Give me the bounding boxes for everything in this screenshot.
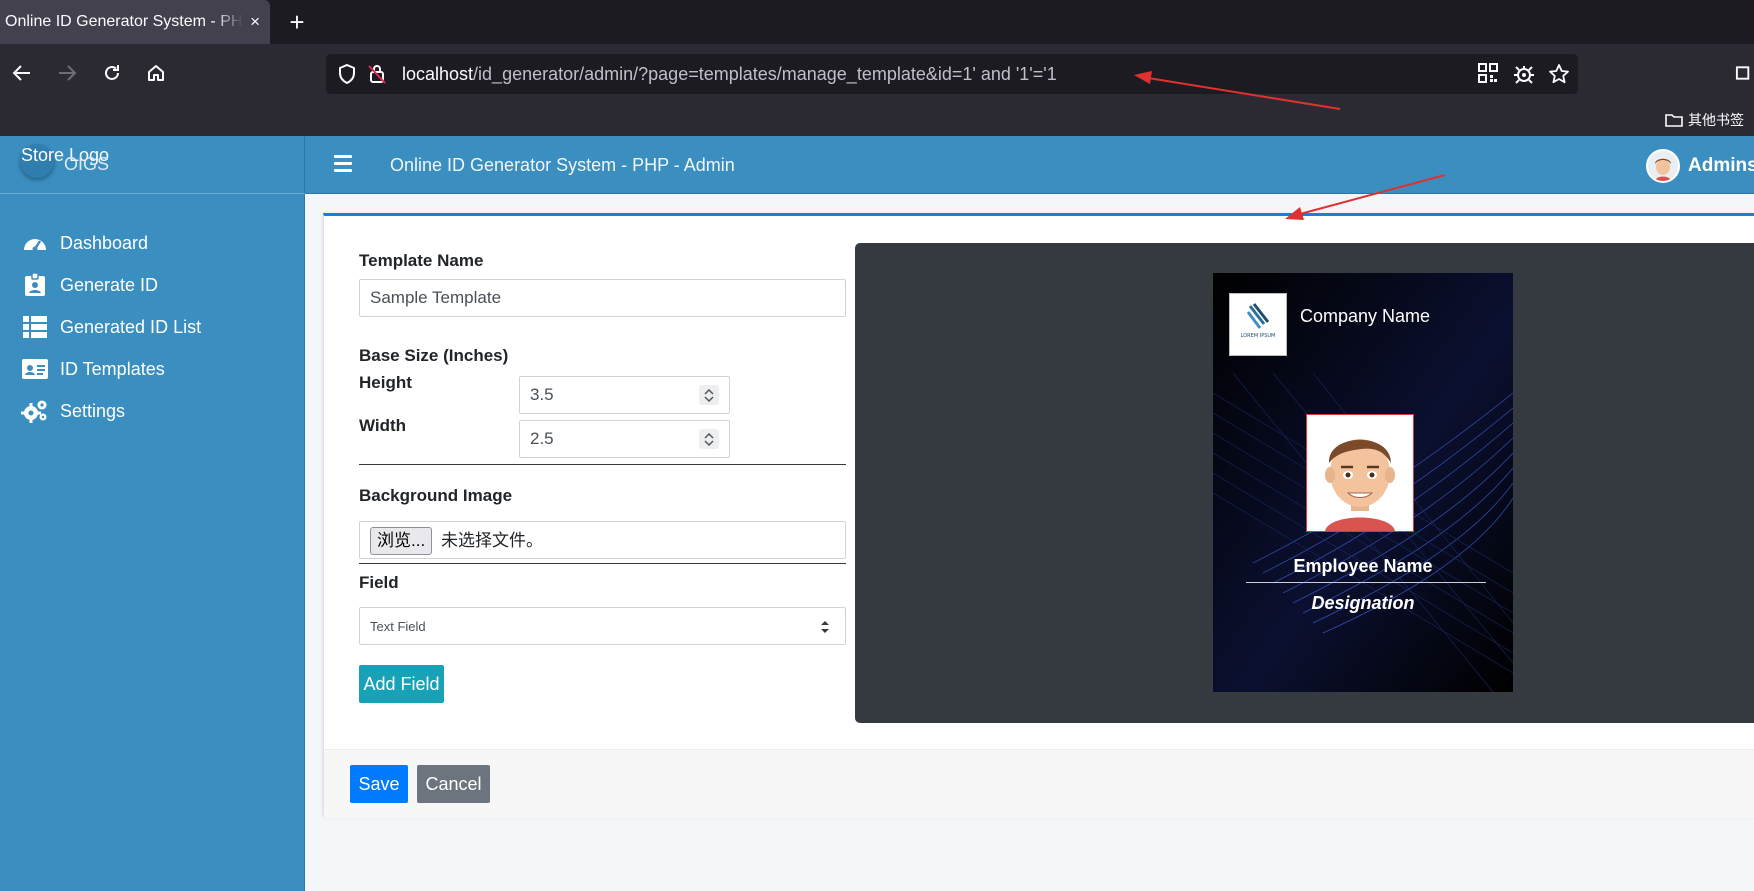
url-text[interactable]: localhost/id_generator/admin/?page=templ… bbox=[402, 54, 1057, 94]
chevron-down-icon[interactable] bbox=[704, 395, 714, 402]
sidebar-item-label: ID Templates bbox=[60, 358, 165, 379]
select-arrows-icon bbox=[821, 621, 829, 633]
back-icon[interactable] bbox=[7, 58, 37, 88]
id-card-icon bbox=[21, 357, 49, 381]
base-size-label: Base Size (Inches) bbox=[359, 346, 509, 365]
bookmarks-bar: 其他书签 bbox=[0, 104, 1754, 136]
shield-icon[interactable] bbox=[336, 63, 358, 85]
cancel-button[interactable]: Cancel bbox=[417, 765, 490, 803]
sidebar-item-label: Settings bbox=[60, 400, 126, 421]
name-divider bbox=[1246, 582, 1486, 583]
user-menu[interactable]: Adminstrator bbox=[1646, 149, 1754, 183]
cogs-icon bbox=[21, 399, 49, 423]
sidebar-item-generated-id-list[interactable]: Generated ID List bbox=[0, 306, 305, 348]
brand[interactable]: Store Logo OIGS bbox=[0, 136, 305, 194]
avatar bbox=[1646, 149, 1680, 183]
divider bbox=[359, 563, 846, 564]
template-name-label: Template Name bbox=[359, 251, 484, 270]
chevron-up-icon[interactable] bbox=[704, 432, 714, 439]
id-badge-icon bbox=[21, 273, 49, 297]
url-host: localhost bbox=[402, 64, 474, 84]
employee-name: Employee Name bbox=[1293, 556, 1433, 576]
insecure-lock-icon[interactable] bbox=[366, 63, 388, 85]
sidebar-item-label: Dashboard bbox=[60, 232, 149, 253]
file-status: 未选择文件。 bbox=[441, 531, 543, 550]
browser-tab[interactable]: Online ID Generator System - PHP - Admin… bbox=[0, 0, 270, 44]
bookmark-folder-label: 其他书签 bbox=[1688, 112, 1744, 128]
other-bookmarks-folder[interactable]: 其他书签 bbox=[1665, 104, 1744, 136]
sidebar-item-id-templates[interactable]: ID Templates bbox=[0, 348, 305, 390]
sidebar-item-generate-id[interactable]: Generate ID bbox=[0, 264, 305, 306]
height-value: 3.5 bbox=[530, 385, 554, 404]
background-image-file-input[interactable]: 浏览... 未选择文件。 bbox=[359, 521, 846, 559]
template-preview: LOREM IPSUM Company Name Employee Name D… bbox=[855, 243, 1754, 723]
new-tab-button[interactable]: + bbox=[285, 0, 309, 44]
field-label: Field bbox=[359, 573, 399, 592]
extensions-icon[interactable] bbox=[1735, 58, 1754, 88]
template-card: Template Name Sample Template Base Size … bbox=[323, 213, 1754, 818]
top-navbar: Online ID Generator System - PHP - Admin… bbox=[305, 136, 1754, 194]
width-input[interactable]: 2.5 bbox=[519, 420, 730, 458]
width-value: 2.5 bbox=[530, 429, 554, 448]
height-label: Height bbox=[359, 373, 412, 392]
company-logo-text: LOREM IPSUM bbox=[1241, 333, 1276, 339]
browser-toolbar: localhost/id_generator/admin/?page=templ… bbox=[0, 44, 1754, 104]
add-field-button[interactable]: Add Field bbox=[359, 665, 444, 703]
url-path: /id_generator/admin/?page=templates/mana… bbox=[473, 64, 1057, 84]
tachometer-icon bbox=[21, 231, 49, 255]
reload-icon[interactable] bbox=[97, 58, 127, 88]
sidebar-item-settings[interactable]: Settings bbox=[0, 390, 305, 432]
height-spinner[interactable] bbox=[699, 385, 719, 405]
address-bar[interactable]: localhost/id_generator/admin/?page=templ… bbox=[326, 54, 1578, 94]
tab-close-icon[interactable]: × bbox=[250, 0, 260, 44]
table-list-icon bbox=[21, 315, 49, 339]
bug-extension-icon[interactable] bbox=[1513, 63, 1535, 85]
height-input[interactable]: 3.5 bbox=[519, 376, 730, 414]
browse-button[interactable]: 浏览... bbox=[370, 527, 433, 555]
designation: Designation bbox=[1311, 593, 1415, 613]
sidebar-item-label: Generated ID List bbox=[60, 316, 202, 337]
forward-icon[interactable] bbox=[52, 58, 82, 88]
qr-code-icon[interactable] bbox=[1478, 63, 1500, 85]
field-type-select[interactable]: Text Field bbox=[359, 607, 846, 645]
template-name-input[interactable]: Sample Template bbox=[359, 279, 846, 317]
brand-text: OIGS bbox=[64, 154, 110, 174]
sidebar: Store Logo OIGS Dashboard Generate ID Ge… bbox=[0, 136, 305, 891]
id-card-preview: LOREM IPSUM Company Name Employee Name D… bbox=[1213, 273, 1513, 692]
card-footer: Save Cancel bbox=[324, 749, 1754, 818]
sidebar-menu: Dashboard Generate ID Generated ID List … bbox=[0, 222, 305, 432]
background-image-label: Background Image bbox=[359, 486, 513, 505]
chevron-up-icon[interactable] bbox=[704, 388, 714, 395]
chevron-down-icon[interactable] bbox=[704, 439, 714, 446]
hamburger-menu-icon[interactable] bbox=[334, 155, 352, 173]
company-logo: LOREM IPSUM bbox=[1229, 293, 1287, 356]
employee-photo bbox=[1306, 414, 1414, 532]
navbar-title: Online ID Generator System - PHP - Admin bbox=[390, 155, 735, 175]
tab-title: Online ID Generator System - PHP - Admin bbox=[5, 13, 243, 30]
save-button[interactable]: Save bbox=[350, 765, 408, 803]
company-name: Company Name bbox=[1300, 306, 1431, 326]
divider bbox=[359, 464, 846, 465]
folder-icon bbox=[1665, 114, 1683, 127]
sidebar-item-dashboard[interactable]: Dashboard bbox=[0, 222, 305, 264]
width-label: Width bbox=[359, 416, 407, 435]
home-icon[interactable] bbox=[141, 58, 171, 88]
field-type-selected: Text Field bbox=[370, 619, 426, 634]
bookmark-star-icon[interactable] bbox=[1548, 63, 1570, 85]
user-name: Adminstrator bbox=[1688, 155, 1754, 176]
browser-tab-strip: Online ID Generator System - PHP - Admin… bbox=[0, 0, 1754, 44]
width-spinner[interactable] bbox=[699, 429, 719, 449]
sidebar-item-label: Generate ID bbox=[60, 274, 159, 295]
